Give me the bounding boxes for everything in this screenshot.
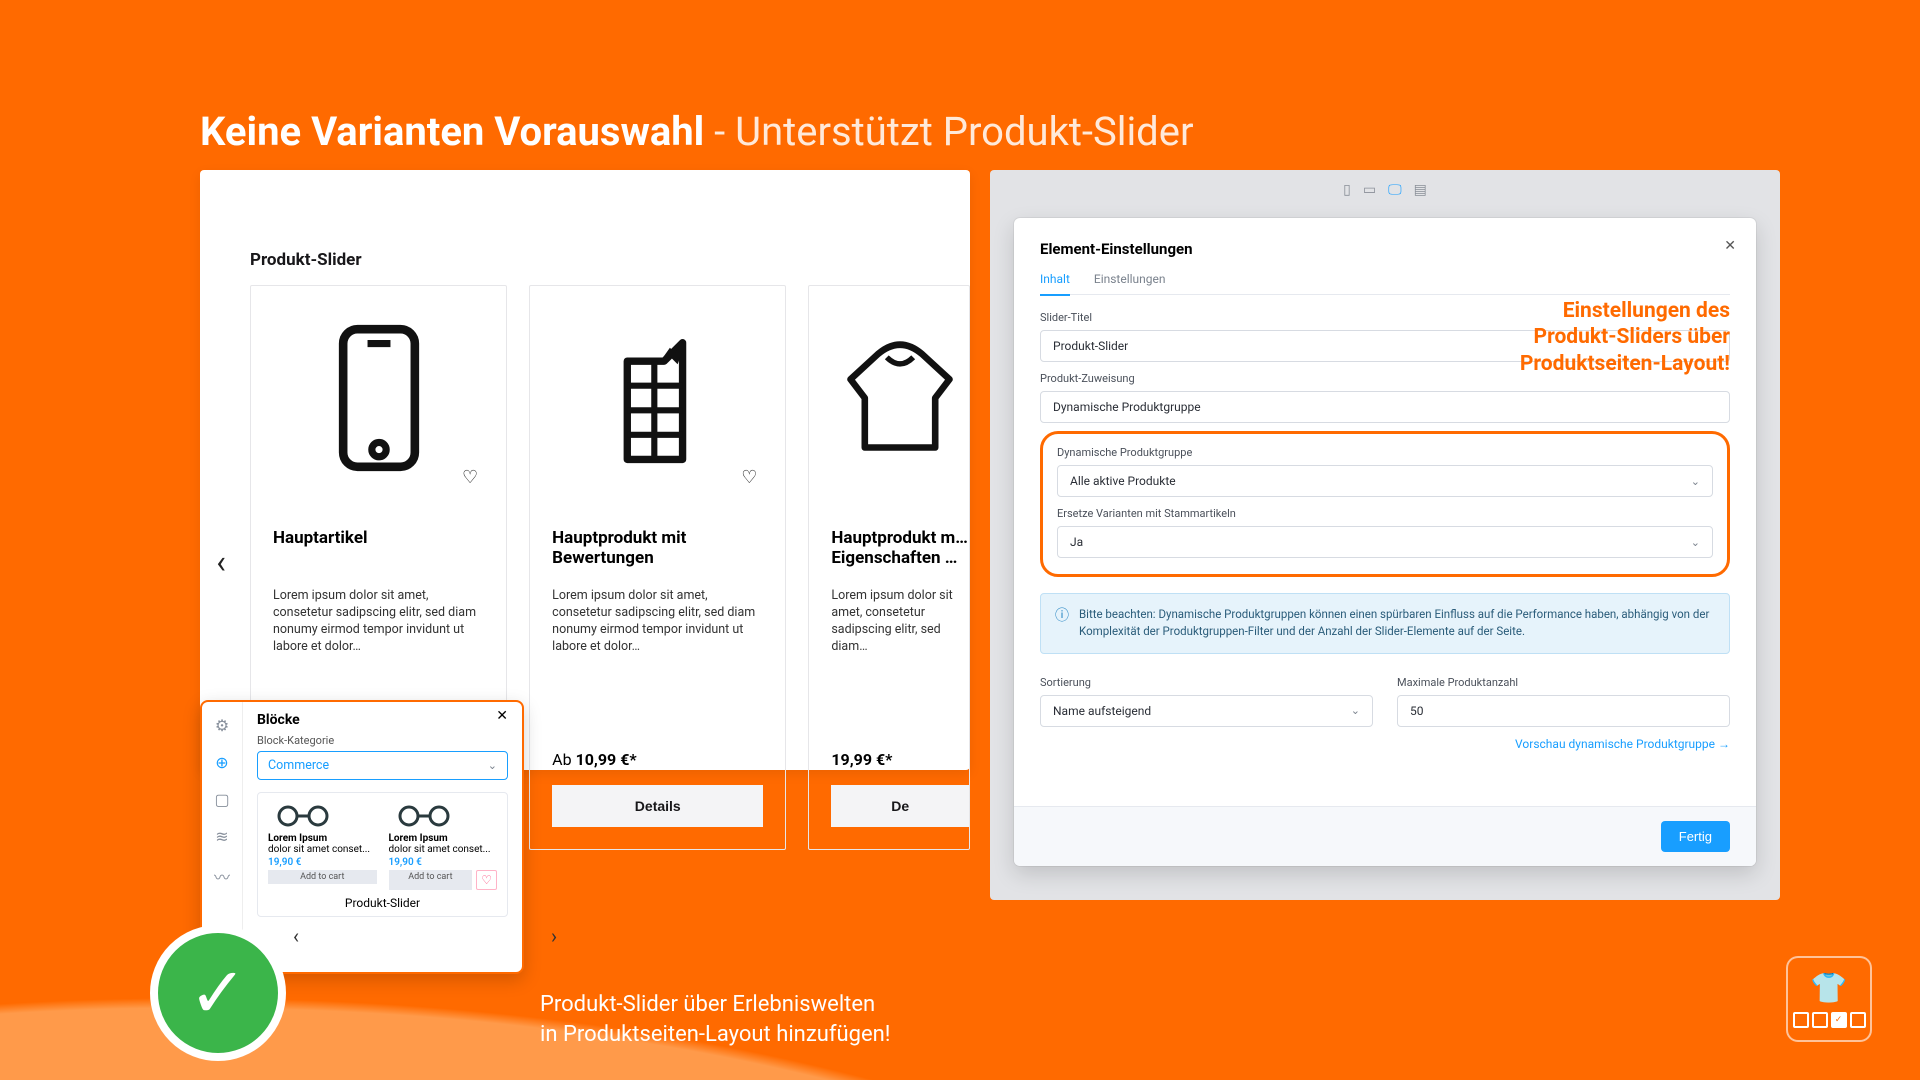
block-preview[interactable]: Lorem Ipsum dolor sit amet conset... 19,… (257, 792, 508, 917)
page-title-sub: - Unterstützt Produkt-Slider (714, 108, 1193, 155)
page-title: Keine Varianten Vorauswahl - Unterstützt… (200, 108, 1194, 155)
plus-circle-icon[interactable]: ⊕ (215, 753, 228, 772)
heart-icon: ♡ (476, 870, 497, 890)
smartphone-icon (336, 323, 422, 473)
device-desktop-icon[interactable]: 🖵 (1388, 182, 1402, 198)
admin-editor: ▯ ▭ 🖵 ▤ Element-Einstellungen ✕ Inhalt E… (990, 170, 1780, 900)
graph-icon[interactable]: 〰 (214, 864, 230, 888)
dynamic-group-select[interactable]: Alle aktive Produkte ⌄ (1057, 465, 1713, 497)
chevron-down-icon: ⌄ (488, 759, 497, 772)
page-icon[interactable]: ▢ (214, 790, 229, 809)
replace-variants-select[interactable]: Ja ⌄ (1057, 526, 1713, 558)
wishlist-icon[interactable]: ♡ (462, 467, 478, 488)
max-products-input[interactable]: 50 (1397, 695, 1730, 727)
product-assignment-select[interactable]: Dynamische Produktgruppe (1040, 391, 1730, 423)
highlighted-settings: Dynamische Produktgruppe Alle aktive Pro… (1040, 431, 1730, 577)
callout-text: Einstellungen des Produkt-Sliders über P… (1520, 298, 1730, 377)
product-image: ♡ (552, 308, 763, 488)
block-category-select[interactable]: Commerce ⌄ (257, 751, 508, 780)
product-image: ♡ (273, 308, 484, 488)
done-button[interactable]: Fertig (1661, 821, 1730, 852)
glasses-icon (389, 803, 459, 829)
layers-icon[interactable]: ≋ (215, 827, 228, 846)
product-description: Lorem ipsum dolor sit amet, consetetur s… (273, 588, 484, 678)
block-category-label: Block-Kategorie (257, 734, 508, 747)
preview-add-to-cart: Add to cart (389, 870, 473, 890)
wishlist-icon[interactable]: ♡ (741, 467, 757, 488)
details-button[interactable]: De (831, 785, 969, 827)
device-bar: ▯ ▭ 🖵 ▤ (990, 178, 1780, 202)
details-button[interactable]: Details (552, 785, 763, 827)
product-description: Lorem ipsum dolor sit amet, consetetur s… (831, 588, 969, 678)
preview-add-to-cart: Add to cart (268, 870, 377, 884)
gear-icon[interactable]: ⚙ (215, 716, 229, 735)
brand-boxes: ✓ (1793, 1012, 1866, 1028)
preview-product-card: Lorem Ipsum dolor sit amet conset... 19,… (389, 803, 498, 890)
performance-info: ⓘ Bitte beachten: Dynamische Produktgrup… (1040, 593, 1730, 654)
product-name: Hauptartikel (273, 528, 484, 570)
close-icon[interactable]: ✕ (496, 708, 508, 724)
success-check-icon: ✓ (150, 925, 286, 1061)
sorting-label: Sortierung (1040, 676, 1373, 689)
product-price: Ab 10,99 €* (552, 750, 763, 769)
close-icon[interactable]: ✕ (1724, 238, 1736, 254)
product-card[interactable]: Hauptprodukt m… Eigenschaften … Lorem ip… (808, 285, 970, 850)
slider-prev-button[interactable]: ‹ (210, 540, 232, 584)
chevron-down-icon: ⌄ (1691, 475, 1700, 488)
brand-logo: 👕 ✓ (1788, 958, 1870, 1040)
preview-prev-icon[interactable]: ‹ (293, 924, 299, 948)
device-tablet-landscape-icon[interactable]: ▭ (1363, 182, 1376, 198)
device-fullwidth-icon[interactable]: ▤ (1414, 182, 1427, 198)
storefront-preview: Produkt-Slider ‹ ♡ Hauptartikel Lorem ip… (200, 170, 970, 770)
chevron-down-icon: ⌄ (1351, 704, 1360, 717)
sorting-select[interactable]: Name aufsteigend ⌄ (1040, 695, 1373, 727)
tshirt-icon: 👕 (1810, 971, 1847, 1006)
glasses-icon (268, 803, 338, 829)
preview-product-card: Lorem Ipsum dolor sit amet conset... 19,… (268, 803, 377, 890)
chocolate-icon (615, 323, 701, 473)
replace-variants-label: Ersetze Varianten mit Stammartikeln (1057, 507, 1713, 520)
info-icon: ⓘ (1055, 606, 1069, 641)
blocks-title: Blöcke (257, 712, 508, 728)
product-name: Hauptprodukt m… Eigenschaften … (831, 528, 969, 570)
block-preview-label: Produkt-Slider (268, 896, 497, 910)
max-products-label: Maximale Produktanzahl (1397, 676, 1730, 689)
product-slider-heading: Produkt-Slider (250, 250, 362, 270)
tab-settings[interactable]: Einstellungen (1094, 272, 1166, 294)
chevron-down-icon: ⌄ (1691, 536, 1700, 549)
product-card[interactable]: ♡ Hauptprodukt mit Bewertungen Lorem ips… (529, 285, 786, 850)
preview-next-icon[interactable]: › (551, 924, 557, 948)
product-description: Lorem ipsum dolor sit amet, consetetur s… (552, 588, 763, 678)
preview-dynamic-group-link[interactable]: Vorschau dynamische Produktgruppe → (1040, 737, 1730, 751)
modal-tabs: Inhalt Einstellungen (1040, 272, 1730, 295)
product-price: 19,99 €* (831, 750, 969, 769)
element-settings-modal: Element-Einstellungen ✕ Inhalt Einstellu… (1014, 218, 1756, 866)
hoodie-icon (845, 323, 955, 473)
page-title-bold: Keine Varianten Vorauswahl (200, 108, 704, 155)
device-mobile-icon[interactable]: ▯ (1343, 182, 1351, 198)
product-image (831, 308, 969, 488)
caption: Produkt-Slider über Erlebniswelten in Pr… (540, 990, 890, 1049)
modal-footer: Fertig (1014, 806, 1756, 866)
product-name: Hauptprodukt mit Bewertungen (552, 528, 763, 570)
tab-content[interactable]: Inhalt (1040, 272, 1070, 296)
dynamic-group-label: Dynamische Produktgruppe (1057, 446, 1713, 459)
modal-title: Element-Einstellungen (1040, 240, 1730, 258)
